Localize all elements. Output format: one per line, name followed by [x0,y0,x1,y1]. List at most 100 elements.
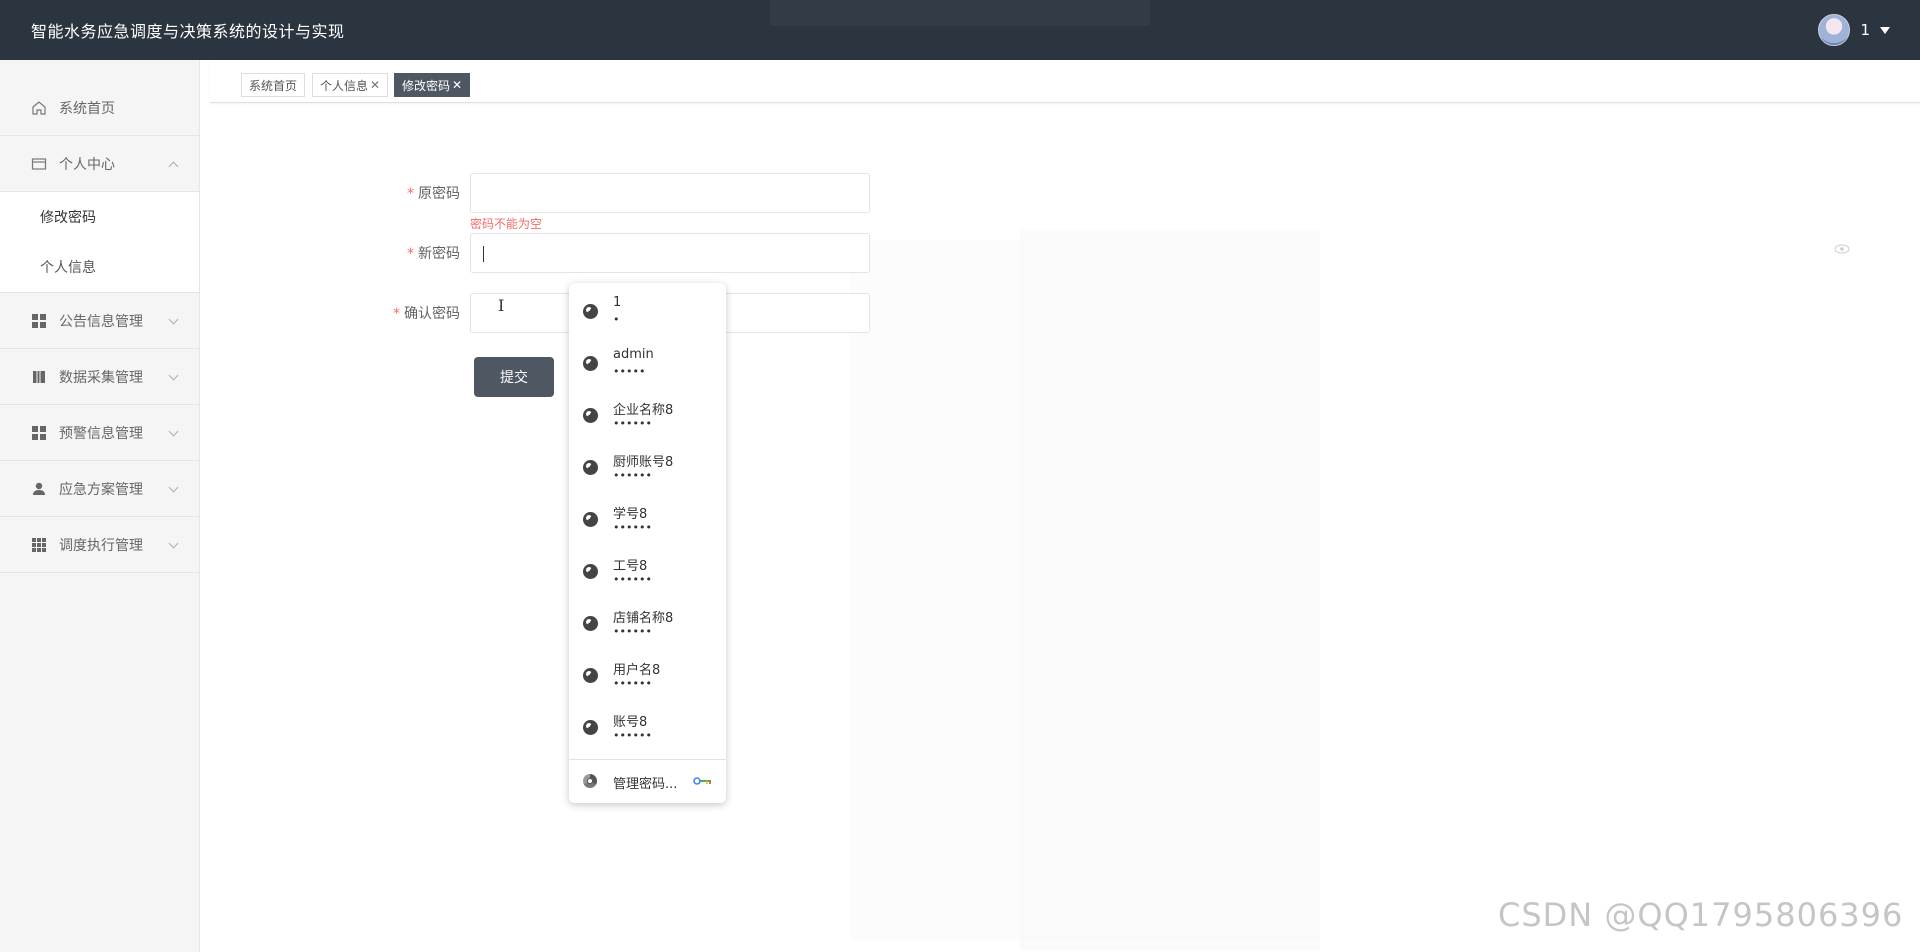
home-icon [31,100,47,116]
suggestion-username: 学号8 [613,507,648,522]
suggestion-username: 厨师账号8 [613,455,674,470]
chevron-down-icon [168,426,179,437]
globe-icon [583,720,598,735]
confirm-password-label: * 确认密码 [393,306,460,322]
globe-icon [583,304,598,319]
divider [569,759,726,760]
suggestion-masked-password: •••••• [613,417,652,430]
suggestion-masked-password: •••••• [613,625,652,638]
globe-icon [583,512,598,527]
suggestion-masked-password: •••••• [613,573,652,586]
password-suggestion-item[interactable]: admin ••••• [569,338,726,390]
avatar[interactable] [1818,14,1851,46]
suggestion-masked-password: • [613,313,620,326]
new-password-label: * 新密码 [407,246,460,262]
suggestion-masked-password: •••••• [613,521,652,534]
suggestion-username: 用户名8 [613,663,661,678]
close-icon[interactable]: ✕ [452,78,462,92]
watermark: CSDN @QQ1795806396 [1498,896,1904,934]
globe-icon [583,668,598,683]
chrome-icon [583,774,597,788]
sidebar-item-data-collection[interactable]: 数据采集管理 [0,349,199,405]
old-password-input[interactable] [470,173,870,213]
suggestion-username: 工号8 [613,559,648,574]
eye-icon[interactable] [1834,244,1850,254]
card-icon [31,156,47,172]
suggestion-masked-password: •••••• [613,469,652,482]
tab-change-password[interactable]: 修改密码 ✕ [394,73,471,97]
sidebar-item-label: 数据采集管理 [59,369,143,386]
suggestion-username: 店铺名称8 [613,611,674,626]
username[interactable]: 1 [1860,21,1870,39]
header-overlay [770,0,1150,26]
chevron-down-icon [168,538,179,549]
sidebar-item-notice-management[interactable]: 公告信息管理 [0,293,199,349]
chevron-down-icon [168,314,179,325]
tab-label: 系统首页 [249,78,298,93]
tab-personal-info[interactable]: 个人信息 ✕ [312,73,389,97]
tab-label: 个人信息 [320,78,369,93]
password-suggestion-item[interactable]: 1 • [569,286,726,338]
chevron-down-icon [168,370,179,381]
suggestion-username: admin [613,347,654,362]
close-icon[interactable]: ✕ [370,78,380,92]
book-icon [31,369,47,385]
submenu-personal-center: 修改密码 个人信息 [0,192,199,293]
sidebar-item-personal-info[interactable]: 个人信息 [0,242,199,292]
suggestion-masked-password: •••••• [613,729,652,742]
globe-icon [583,408,598,423]
password-suggestion-item[interactable]: 学号8 •••••• [569,494,726,546]
password-suggestion-item[interactable]: 店铺名称8 •••••• [569,598,726,650]
globe-icon [583,564,598,579]
globe-icon [583,616,598,631]
sidebar-item-change-password[interactable]: 修改密码 [0,192,199,242]
suggestion-username: 账号8 [613,715,648,730]
sidebar-item-label: 调度执行管理 [59,537,143,554]
manage-passwords-item[interactable]: 管理密码... [569,761,726,801]
chevron-up-icon [168,161,179,172]
chevron-down-icon [168,482,179,493]
globe-icon [583,356,598,371]
password-suggestion-item[interactable]: 账号8 •••••• [569,702,726,754]
password-suggestion-item[interactable]: 厨师账号8 •••••• [569,442,726,494]
sidebar: 系统首页 个人中心 修改密码 个人信息 公告信息管理 数据采集管理 预警信息管理… [0,60,200,952]
suggestion-masked-password: •••••• [613,677,652,690]
manage-passwords-label: 管理密码... [613,777,678,792]
old-password-error: 密码不能为空 [470,217,543,231]
tab-label: 修改密码 [402,78,451,93]
sidebar-item-emergency-plan[interactable]: 应急方案管理 [0,461,199,517]
tab-home[interactable]: 系统首页 [241,73,306,97]
user-menu[interactable]: 1 [1818,14,1890,46]
caret-down-icon[interactable] [1880,26,1890,34]
grid-icon [31,425,47,441]
key-icon [693,777,711,785]
sidebar-item-label: 预警信息管理 [59,425,143,442]
submit-button[interactable]: 提交 [474,357,554,397]
sidebar-item-label: 系统首页 [59,100,115,117]
suggestion-masked-password: ••••• [613,365,646,378]
password-suggestion-item[interactable]: 工号8 •••••• [569,546,726,598]
app-title: 智能水务应急调度与决策系统的设计与实现 [31,22,345,41]
tab-bar: 系统首页 个人信息 ✕ 修改密码 ✕ [210,60,1920,103]
password-suggestion-item[interactable]: 企业名称8 •••••• [569,390,726,442]
old-password-label: * 原密码 [407,186,460,202]
sidebar-item-label: 应急方案管理 [59,481,143,498]
sidebar-item-dispatch-execution[interactable]: 调度执行管理 [0,517,199,573]
globe-icon [583,460,598,475]
suggestion-username: 企业名称8 [613,403,674,418]
grid-icon [31,313,47,329]
new-password-input[interactable] [470,233,870,273]
sidebar-item-warning-management[interactable]: 预警信息管理 [0,405,199,461]
sidebar-item-label: 公告信息管理 [59,313,143,330]
suggestion-username: 1 [613,295,622,310]
sidebar-item-home[interactable]: 系统首页 [0,80,199,136]
person-icon [31,481,47,497]
password-suggestion-item[interactable]: 用户名8 •••••• [569,650,726,702]
sidebar-item-personal-center[interactable]: 个人中心 [0,136,199,192]
grid9-icon [31,537,47,553]
sidebar-item-label: 个人中心 [59,156,115,173]
top-header: 智能水务应急调度与决策系统的设计与实现 1 [0,0,1920,60]
ibeam-cursor-icon: I [498,296,505,315]
text-cursor [483,246,484,262]
password-suggestion-popup: 1 • admin ••••• 企业名称8 •••••• 厨师账号8 •••••… [569,283,726,803]
